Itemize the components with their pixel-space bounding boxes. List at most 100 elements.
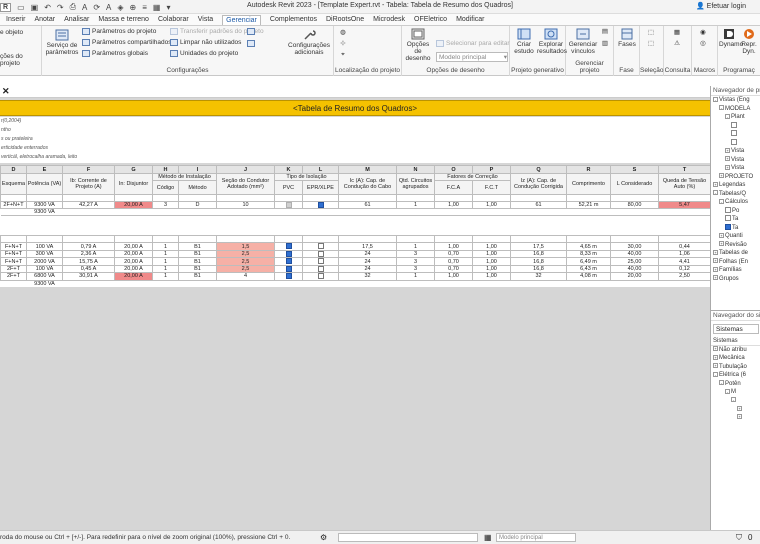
collapse-icon[interactable]: -: [713, 96, 718, 102]
cell-M[interactable]: 32: [338, 272, 397, 281]
macro-manager-button[interactable]: ◉: [698, 29, 708, 36]
expand-icon[interactable]: +: [737, 414, 742, 420]
tab-1[interactable]: Anotar: [34, 16, 55, 23]
cell-R[interactable]: 4,65 m: [566, 242, 611, 251]
empty-cell[interactable]: [659, 280, 711, 287]
tree-item[interactable]: + Mecânica: [711, 354, 760, 363]
cell-H[interactable]: 1: [152, 257, 179, 266]
cell-O[interactable]: 0,70: [434, 257, 473, 266]
empty-cell[interactable]: [115, 280, 153, 287]
empty-cell[interactable]: [510, 235, 567, 244]
cell-Q[interactable]: 61: [510, 200, 567, 210]
cell-I[interactable]: B1: [178, 242, 217, 251]
cell-G[interactable]: 20,00 A: [114, 200, 153, 210]
empty-cell[interactable]: [217, 280, 275, 287]
cell-M[interactable]: 24: [338, 257, 397, 266]
empty-cell[interactable]: [338, 215, 397, 237]
tree-item[interactable]: [711, 121, 760, 131]
empty-cell[interactable]: [472, 215, 511, 237]
empty-cell[interactable]: [0, 215, 27, 237]
cell-T[interactable]: 5,47: [658, 200, 711, 210]
empty-cell[interactable]: [178, 235, 217, 244]
cell-F[interactable]: 0,45 A: [62, 264, 115, 274]
empty-cell[interactable]: [152, 235, 179, 244]
cell-O[interactable]: 1,00: [434, 272, 473, 281]
tree-item[interactable]: - Cálculos: [711, 198, 760, 207]
empty-cell[interactable]: [275, 209, 303, 216]
column-header[interactable]: Queda de Tensão Auto (%): [658, 173, 711, 195]
cell-I[interactable]: B1: [178, 249, 217, 259]
column-letter[interactable]: P: [472, 165, 511, 174]
project-params-row[interactable]: Parâmetros do projeto: [82, 28, 156, 35]
empty-cell[interactable]: [26, 194, 63, 202]
column-letter[interactable]: K: [274, 165, 303, 174]
cell-I[interactable]: D: [178, 200, 217, 210]
cell-F[interactable]: 30,91 A: [62, 272, 115, 281]
cell-D[interactable]: 2F+T: [0, 264, 27, 274]
add-to-set-row[interactable]: Selecionar para editar: [436, 40, 510, 47]
tree-item[interactable]: Ta: [711, 215, 760, 224]
design-options-status-icon[interactable]: ▦: [484, 533, 492, 542]
tree-item[interactable]: - Elétrica (6: [711, 371, 760, 380]
cell-D[interactable]: F+N+T: [0, 257, 27, 266]
checkbox-cell-K[interactable]: [274, 249, 303, 259]
tree-item[interactable]: - Plant: [711, 113, 760, 122]
expand-icon[interactable]: +: [713, 181, 718, 187]
dynamo-button[interactable]: Dynamo: [719, 28, 743, 48]
cell-E[interactable]: 100 VA: [26, 242, 63, 251]
empty-cell[interactable]: [217, 209, 275, 216]
epr-checkbox[interactable]: [317, 273, 324, 280]
empty-cell[interactable]: [473, 209, 511, 216]
empty-cell[interactable]: [114, 215, 153, 237]
cell-J[interactable]: 2,5: [216, 249, 275, 259]
cell-N[interactable]: 3: [396, 249, 435, 259]
expand-icon[interactable]: +: [719, 173, 724, 179]
collapse-icon[interactable]: -: [713, 371, 718, 377]
table-row[interactable]: F+N+T 300 VA 2,36 A 20,00 A 1 B1 2,5 24 3 0,70 1,0…: [0, 249, 711, 259]
empty-cell[interactable]: [566, 235, 611, 244]
expand-icon[interactable]: +: [719, 232, 724, 238]
column-letter[interactable]: G: [114, 165, 153, 174]
empty-cell[interactable]: [435, 209, 473, 216]
status-design-option[interactable]: Modelo principal: [496, 533, 576, 542]
tab-5[interactable]: Vista: [198, 16, 213, 23]
tab-8[interactable]: DiRootsOne: [326, 16, 364, 23]
checkbox-cell-K[interactable]: [274, 200, 303, 210]
tree-item[interactable]: + Tabelas de: [711, 249, 760, 258]
collapse-icon[interactable]: -: [731, 397, 736, 403]
empty-cell[interactable]: [115, 209, 153, 216]
cell-J[interactable]: 1,5: [216, 242, 275, 251]
column-letter[interactable]: D: [0, 165, 27, 174]
cell-T[interactable]: 1,06: [658, 249, 711, 259]
cell-J[interactable]: 2,5: [216, 264, 275, 274]
table-row[interactable]: 2F+N+T 9300 VA 42,27 A 20,00 A 3 D 10 61 1 1,00 1,…: [0, 200, 711, 210]
expand-icon[interactable]: +: [713, 363, 718, 369]
cell-D[interactable]: 2F+N+T: [0, 200, 27, 210]
cell-D[interactable]: F+N+T: [0, 242, 27, 251]
structural-settings-button[interactable]: [246, 40, 256, 49]
empty-cell[interactable]: [0, 235, 27, 244]
column-header[interactable]: Ib: Corrente de Projeto (A): [62, 173, 115, 195]
empty-cell[interactable]: [472, 235, 511, 244]
empty-cell[interactable]: [472, 194, 511, 202]
tree-item[interactable]: + Tubulação: [711, 363, 760, 372]
warnings-button[interactable]: ⚠: [672, 40, 682, 47]
cell-S[interactable]: 40,00: [610, 264, 659, 274]
tree-item[interactable]: - MODELA: [711, 105, 760, 114]
cell-F[interactable]: 0,79 A: [62, 242, 115, 251]
location-button[interactable]: ◍: [338, 29, 348, 36]
cell-M[interactable]: 24: [338, 264, 397, 274]
cell-O[interactable]: 0,70: [434, 249, 473, 259]
empty-cell[interactable]: [303, 280, 339, 287]
column-header[interactable]: Seção do Condutor Adotado (mm²): [216, 173, 275, 195]
manage-images-button[interactable]: ▤: [600, 28, 610, 35]
column-letter[interactable]: R: [566, 165, 611, 174]
collapse-icon[interactable]: -: [719, 380, 724, 386]
empty-cell[interactable]: [179, 280, 217, 287]
cell-G[interactable]: 20,00 A: [114, 242, 153, 251]
column-letter[interactable]: L: [302, 165, 339, 174]
empty-cell[interactable]: [511, 280, 567, 287]
cell-N[interactable]: 1: [396, 200, 435, 210]
cell-S[interactable]: 25,00: [610, 257, 659, 266]
tree-item[interactable]: + Quanti: [711, 232, 760, 241]
